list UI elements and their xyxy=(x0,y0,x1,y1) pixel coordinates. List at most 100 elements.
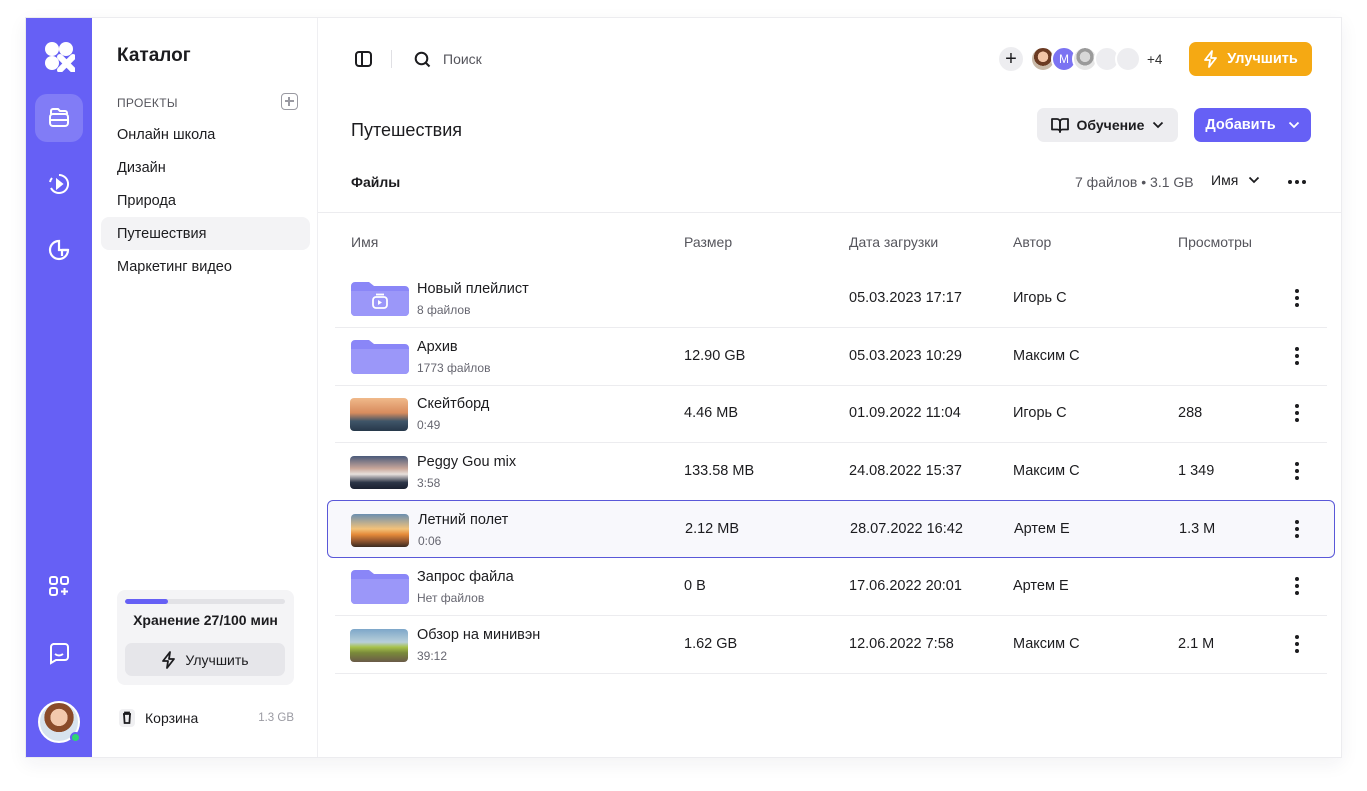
project-item-travel[interactable]: Путешествия xyxy=(101,217,310,250)
table-row[interactable]: Летний полет 0:06 2.12 MB 28.07.2022 16:… xyxy=(327,500,1335,559)
rail-analytics-button[interactable] xyxy=(35,226,83,274)
file-subtitle: 1773 файлов xyxy=(417,360,491,375)
file-name[interactable]: Запрос файла xyxy=(417,569,514,585)
rail-chat-button[interactable] xyxy=(35,629,83,677)
page-title: Путешествия xyxy=(351,120,463,140)
collaborator-avatar[interactable] xyxy=(1115,46,1141,72)
table-row[interactable]: Peggy Gou mix 3:58 133.58 MB 24.08.2022 … xyxy=(335,443,1327,501)
rail-apps-button[interactable] xyxy=(35,562,83,610)
video-thumbnail xyxy=(350,628,408,662)
playlist-folder-icon xyxy=(351,282,409,316)
icon-rail xyxy=(26,18,92,757)
toolbar-divider xyxy=(391,50,392,68)
more-options-icon[interactable] xyxy=(1288,180,1306,184)
storage-upgrade-button[interactable]: Улучшить xyxy=(125,643,285,676)
file-name[interactable]: Летний полет xyxy=(418,512,508,528)
files-section-label: Файлы xyxy=(351,174,401,190)
file-name[interactable]: Новый плейлист xyxy=(417,281,529,297)
rail-files-button[interactable] xyxy=(35,94,83,142)
project-item-video-marketing[interactable]: Маркетинг видео xyxy=(101,250,310,283)
file-date: 05.03.2023 17:17 xyxy=(849,290,962,306)
catalog-sidebar: Каталог ПРОЕКТЫ Онлайн школа Дизайн Прир… xyxy=(92,18,318,757)
project-item-online-school[interactable]: Онлайн школа xyxy=(101,118,310,151)
learn-dropdown-button[interactable]: Обучение xyxy=(1037,108,1178,142)
table-row[interactable]: Обзор на минивэн 39:12 1.62 GB 12.06.202… xyxy=(335,616,1327,674)
file-size: 0 B xyxy=(684,578,706,594)
row-menu-icon[interactable] xyxy=(1295,346,1299,365)
video-thumbnail xyxy=(350,455,408,489)
trash-label: Корзина xyxy=(145,710,199,726)
invite-button[interactable]: + xyxy=(999,47,1023,71)
file-size: 1.62 GB xyxy=(684,635,738,652)
file-views: 1 349 xyxy=(1178,462,1215,479)
file-author: Максим С xyxy=(1013,462,1080,479)
add-dropdown-button[interactable]: Добавить xyxy=(1194,108,1311,142)
app-window: Каталог ПРОЕКТЫ Онлайн школа Дизайн Прир… xyxy=(25,17,1342,758)
upgrade-button[interactable]: Улучшить xyxy=(1189,42,1312,76)
search-icon xyxy=(414,51,431,67)
file-date: 28.07.2022 16:42 xyxy=(850,521,963,538)
file-subtitle: 8 файлов xyxy=(417,303,471,317)
broadcast-icon xyxy=(49,173,70,194)
file-size: 4.46 MB xyxy=(684,405,738,422)
file-date: 12.06.2022 7:58 xyxy=(849,635,954,652)
file-subtitle: 39:12 xyxy=(417,648,448,663)
folder-icon xyxy=(351,570,409,604)
row-menu-icon[interactable] xyxy=(1295,461,1299,480)
table-row[interactable]: Новый плейлист 8 файлов 05.03.2023 17:17… xyxy=(335,270,1327,328)
column-header-views[interactable]: Просмотры xyxy=(1178,234,1252,250)
file-date: 17.06.2022 20:01 xyxy=(849,578,962,594)
analytics-icon xyxy=(48,239,70,261)
project-item-nature[interactable]: Природа xyxy=(101,184,310,217)
bolt-icon xyxy=(1204,50,1218,68)
row-menu-icon[interactable] xyxy=(1295,520,1299,539)
online-status-dot xyxy=(70,732,81,743)
rail-broadcast-button[interactable] xyxy=(35,160,83,208)
row-menu-icon[interactable] xyxy=(1295,577,1299,595)
sort-dropdown[interactable]: Имя xyxy=(1211,172,1260,188)
storage-progress-bar xyxy=(125,599,285,604)
file-size: 133.58 MB xyxy=(684,462,755,479)
files-summary: 7 файлов • 3.1 GB xyxy=(1075,174,1194,190)
add-project-icon[interactable] xyxy=(281,93,298,110)
row-menu-icon[interactable] xyxy=(1295,289,1299,307)
search-placeholder: Поиск xyxy=(443,51,482,67)
collaborators-more-count[interactable]: +4 xyxy=(1147,52,1162,67)
folders-icon xyxy=(49,108,69,127)
trash-icon xyxy=(119,709,135,727)
column-header-size[interactable]: Размер xyxy=(684,234,732,250)
column-header-name[interactable]: Имя xyxy=(351,234,378,250)
column-header-author[interactable]: Автор xyxy=(1013,234,1051,250)
projects-section-label: ПРОЕКТЫ xyxy=(117,96,178,110)
file-views: 1.3 M xyxy=(1179,521,1216,538)
book-icon xyxy=(1050,118,1069,133)
file-name[interactable]: Архив xyxy=(417,339,458,355)
file-author: Игорь С xyxy=(1013,290,1067,306)
apps-add-icon xyxy=(49,576,69,596)
table-row[interactable]: Скейтборд 0:49 4.46 MB 01.09.2022 11:04 … xyxy=(335,385,1327,444)
search-box[interactable]: Поиск xyxy=(414,48,482,70)
table-row[interactable]: Запрос файла Нет файлов 0 B 17.06.2022 2… xyxy=(335,558,1327,616)
table-row[interactable]: Архив 1773 файлов 12.90 GB 05.03.2023 10… xyxy=(335,328,1327,386)
file-name[interactable]: Peggy Gou mix xyxy=(417,454,516,470)
chevron-down-icon xyxy=(1153,121,1164,129)
chevron-down-icon xyxy=(1288,121,1299,129)
project-item-design[interactable]: Дизайн xyxy=(101,151,310,184)
trash-link[interactable]: Корзина 1.3 GB xyxy=(117,706,294,730)
column-header-date[interactable]: Дата загрузки xyxy=(849,234,938,250)
sidebar-toggle-icon[interactable] xyxy=(355,51,372,67)
file-size: 12.90 GB xyxy=(684,347,746,364)
file-subtitle: Нет файлов xyxy=(417,591,485,605)
file-views: 288 xyxy=(1178,405,1203,422)
file-name[interactable]: Обзор на минивэн xyxy=(417,627,540,643)
row-menu-icon[interactable] xyxy=(1295,404,1299,423)
file-size: 2.12 MB xyxy=(685,521,739,538)
logo-icon[interactable] xyxy=(43,40,75,72)
row-menu-icon[interactable] xyxy=(1295,634,1299,653)
file-name[interactable]: Скейтборд xyxy=(417,396,489,412)
file-author: Максим С xyxy=(1013,635,1080,652)
file-author: Артем Е xyxy=(1014,521,1070,538)
file-subtitle: 3:58 xyxy=(417,475,441,490)
trash-size: 1.3 GB xyxy=(258,712,294,724)
storage-label: Хранение 27/100 мин xyxy=(133,612,278,628)
